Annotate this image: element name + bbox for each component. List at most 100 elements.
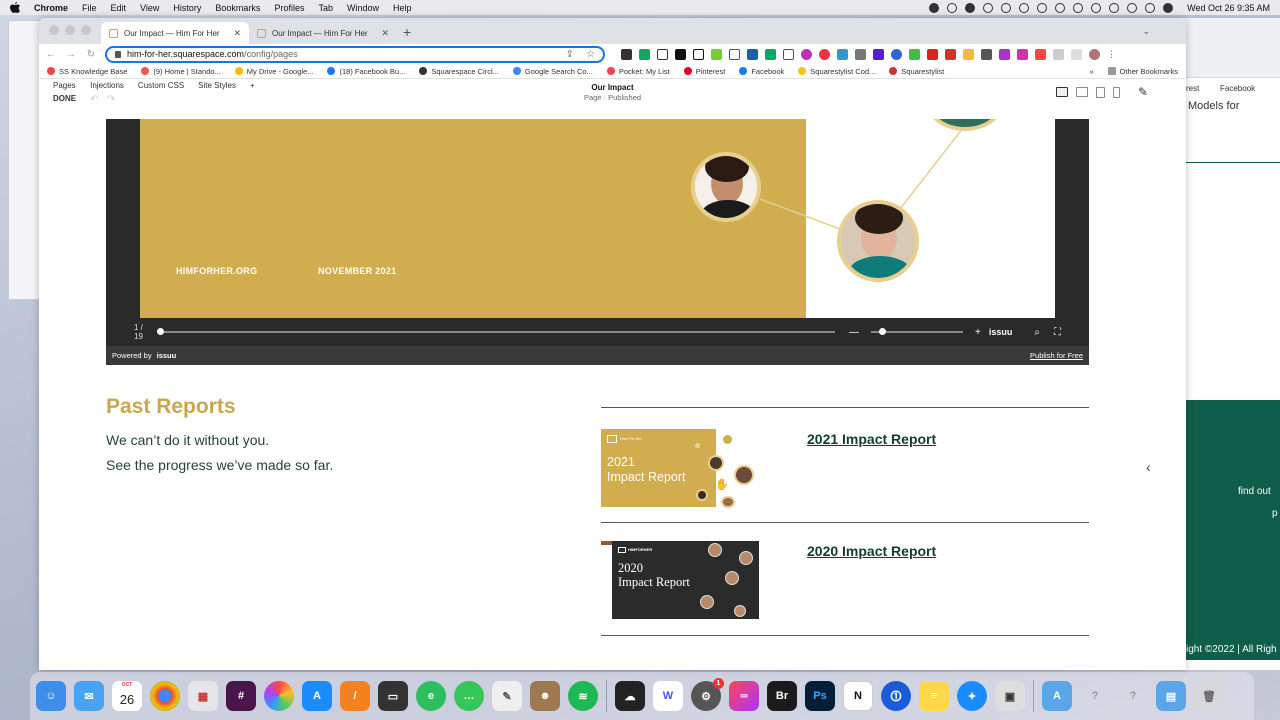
extension-icon[interactable] (783, 48, 794, 60)
menu-file[interactable]: File (82, 3, 97, 13)
font-extension-icon[interactable] (657, 48, 668, 60)
dock-slack[interactable]: # (226, 681, 256, 711)
dock-unknown-item[interactable]: ? (1118, 681, 1148, 711)
apps-grid-icon[interactable] (621, 48, 632, 60)
tab-our-impact[interactable]: Our Impact — Him For Her ✕ (249, 22, 397, 44)
issuu-footer-logo[interactable]: issuu (157, 351, 177, 360)
menu-edit[interactable]: Edit (111, 3, 127, 13)
more-bookmarks-chevron-icon[interactable]: » (1089, 67, 1093, 76)
extension-icon[interactable] (945, 48, 956, 60)
extension-icon[interactable] (711, 48, 722, 60)
dock-icloud[interactable]: ☁ (615, 681, 645, 711)
dock-launchpad[interactable]: ▦ (188, 681, 218, 711)
extension-icon[interactable] (963, 48, 974, 60)
settings-status-icon[interactable] (1001, 2, 1012, 13)
dock-applications-folder[interactable]: A (1042, 681, 1072, 711)
back-button[interactable]: ← (45, 49, 57, 60)
dock-trash[interactable]: 🗑 (1194, 681, 1224, 711)
tab-our-impact-active[interactable]: Our Impact — Him For Her ✕ (101, 22, 249, 44)
creative-cloud-status-icon[interactable] (929, 2, 940, 13)
report-2021-thumbnail[interactable]: Him For Her 2021 Impact Report (601, 429, 759, 509)
extension-icon[interactable] (693, 48, 704, 60)
close-tab-icon[interactable]: ✕ (233, 28, 241, 39)
dock-safari[interactable]: ✦ (957, 681, 987, 711)
bookmark-item[interactable]: Facebook (739, 67, 784, 76)
extension-icon[interactable] (927, 48, 938, 60)
zoom-in-button[interactable]: + (975, 327, 981, 338)
zoom-knob[interactable] (878, 328, 886, 335)
dock-creative-cloud[interactable]: ∞ (729, 681, 759, 711)
apple-icon[interactable] (10, 2, 20, 13)
phone-preview-icon[interactable] (1112, 86, 1120, 98)
extension-icon[interactable] (765, 48, 776, 60)
zoom-slider[interactable] (871, 328, 964, 335)
dock-finder[interactable]: ☺ (36, 681, 66, 711)
wikipedia-extension-icon[interactable] (675, 48, 686, 60)
dock-contacts[interactable]: ☻ (530, 681, 560, 711)
dock-spotify[interactable]: ≋ (568, 681, 598, 711)
control-center-icon[interactable] (1127, 2, 1138, 13)
extension-icon[interactable] (891, 48, 902, 60)
minimize-window-button[interactable] (65, 25, 75, 35)
dock-1password[interactable]: ⓵ (881, 681, 911, 711)
forward-button[interactable]: → (65, 49, 77, 60)
dock-downloads-folder[interactable]: ▤ (1156, 681, 1186, 711)
report-2020-link[interactable]: 2020 Impact Report (807, 543, 936, 559)
report-2020-thumbnail[interactable]: HIMFORHER 2020 Impact Report (612, 541, 759, 619)
dark-mode-icon[interactable] (1145, 2, 1156, 13)
play-icon[interactable] (1073, 2, 1084, 13)
bookmark-item[interactable]: My Drive - Google... (234, 67, 313, 76)
dock-photos[interactable] (264, 681, 294, 711)
dock-notes-app[interactable]: ✎ (492, 681, 522, 711)
extension-icon[interactable] (747, 48, 758, 60)
tablet-portrait-icon[interactable] (1095, 86, 1105, 98)
dock-system-preferences[interactable]: ⚙ 1 (691, 678, 724, 711)
profile-avatar[interactable] (1089, 48, 1100, 60)
extension-icon[interactable] (1017, 48, 1028, 60)
dock-calendar[interactable]: OCT 26 (112, 681, 142, 711)
camera-extension-icon[interactable] (855, 48, 866, 60)
publish-for-free-link[interactable]: Publish for Free (1030, 351, 1083, 360)
dock-notes[interactable]: ≡ (919, 681, 949, 711)
side-panel-icon[interactable] (1071, 48, 1082, 60)
tablet-landscape-icon[interactable] (1075, 87, 1088, 97)
reload-button[interactable]: ↻ (85, 49, 97, 60)
page-progress-slider[interactable] (157, 328, 836, 335)
browser-menu-icon[interactable]: ⋮ (1107, 49, 1118, 60)
extension-icon[interactable] (639, 48, 650, 60)
bookmark-item[interactable]: Pocket: My List (606, 67, 670, 76)
dock-bridge[interactable]: Br (767, 681, 797, 711)
cloud-status-icon[interactable] (947, 2, 958, 13)
desktop-preview-icon[interactable] (1055, 87, 1068, 97)
share-icon[interactable]: ⇪ (566, 49, 574, 60)
wifi-icon[interactable] (1037, 2, 1048, 13)
menu-bookmarks[interactable]: Bookmarks (215, 3, 260, 13)
clock-icon[interactable] (1091, 2, 1102, 13)
dock-webflow[interactable]: W (653, 681, 683, 711)
close-tab-icon[interactable]: ✕ (381, 28, 389, 39)
report-2021-link[interactable]: 2021 Impact Report (807, 431, 936, 447)
tab-search-chevron-icon[interactable]: ⌄ (1142, 26, 1150, 37)
bookmark-item[interactable]: Squarespace Circl... (419, 67, 499, 76)
menu-clock[interactable]: Wed Oct 26 9:35 AM (1187, 3, 1270, 13)
zoom-out-button[interactable]: — (849, 327, 859, 338)
issuu-slide[interactable]: HIMFORHER.ORG NOVEMBER 2021 (140, 119, 1055, 318)
app-status-icon[interactable] (965, 2, 976, 13)
dock-preview[interactable]: ▣ (995, 681, 1025, 711)
dock-chrome[interactable] (150, 681, 180, 711)
dock-printer[interactable]: ▭ (378, 681, 408, 711)
dock-evernote[interactable]: e (416, 681, 446, 711)
pen-extension-icon[interactable] (981, 48, 992, 60)
menu-view[interactable]: View (140, 3, 159, 13)
bookmark-item[interactable]: Pinterest (683, 67, 725, 76)
bookmark-item[interactable]: Squarestylist (889, 67, 944, 76)
menu-profiles[interactable]: Profiles (274, 3, 304, 13)
extension-icon[interactable] (819, 48, 830, 60)
menu-help[interactable]: Help (393, 3, 412, 13)
design-brush-icon[interactable]: ✎ (1138, 85, 1148, 99)
other-bookmarks[interactable]: » Other Bookmarks (1089, 67, 1178, 76)
close-window-button[interactable] (49, 25, 59, 35)
address-bar[interactable]: him-for-her.squarespace.com/config/pages… (105, 45, 605, 63)
fullscreen-icon[interactable]: ⛶ (1054, 327, 1061, 338)
dock-app-store[interactable]: A (302, 681, 332, 711)
